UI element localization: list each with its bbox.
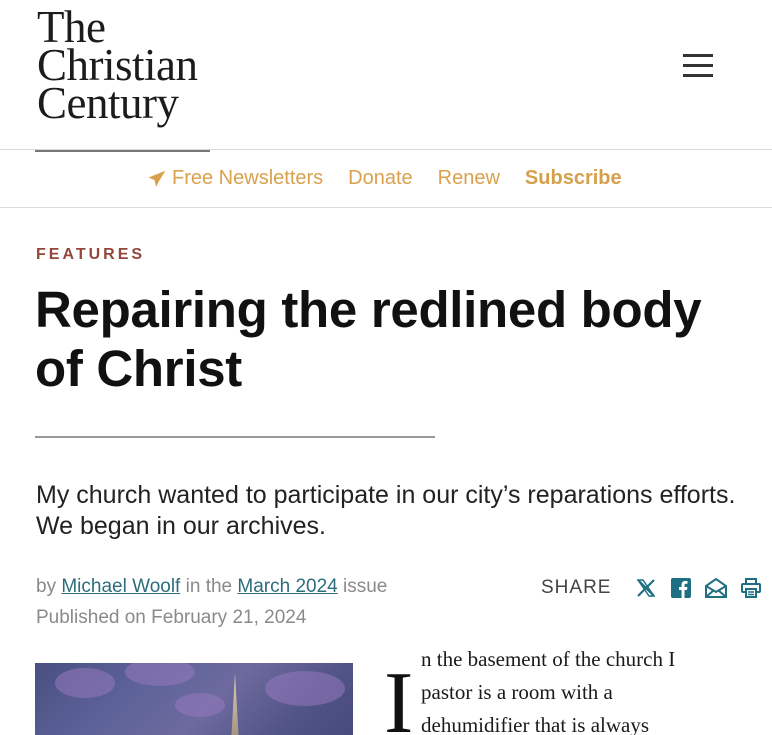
image-detail bbox=[125, 663, 195, 686]
email-icon[interactable] bbox=[704, 576, 728, 600]
body-line: n the basement of the church I bbox=[421, 647, 676, 671]
body-line: pastor is a room with a bbox=[421, 680, 613, 704]
facebook-icon[interactable] bbox=[669, 576, 693, 600]
site-logo[interactable]: The Christian Century bbox=[37, 5, 198, 128]
share-bar: SHARE bbox=[541, 576, 763, 600]
title-divider bbox=[35, 436, 435, 438]
drop-cap: I bbox=[384, 655, 414, 735]
menu-icon[interactable] bbox=[683, 54, 713, 78]
byline: by Michael Woolf in the March 2024 issue bbox=[36, 576, 387, 598]
logo-line-3: Century bbox=[37, 78, 179, 128]
author-link[interactable]: Michael Woolf bbox=[61, 576, 180, 597]
subscribe-link[interactable]: Subscribe bbox=[525, 167, 622, 190]
article-image bbox=[35, 663, 353, 735]
paper-plane-icon bbox=[148, 170, 166, 187]
x-icon[interactable] bbox=[634, 576, 658, 600]
article-dek: My church wanted to participate in our c… bbox=[36, 481, 736, 540]
issue-link[interactable]: March 2024 bbox=[237, 576, 337, 597]
byline-in-the: in the bbox=[185, 576, 233, 597]
free-newsletters-link[interactable]: Free Newsletters bbox=[148, 167, 323, 190]
article-title: Repairing the redlined body of Christ bbox=[35, 281, 702, 397]
body-line: dehumidifier that is always bbox=[421, 713, 650, 735]
church-spire bbox=[231, 673, 239, 735]
image-detail bbox=[265, 671, 345, 706]
renew-link[interactable]: Renew bbox=[438, 167, 500, 190]
free-newsletters-label: Free Newsletters bbox=[172, 167, 324, 189]
image-detail bbox=[175, 693, 225, 717]
byline-issue-suffix: issue bbox=[343, 576, 388, 597]
secondary-nav: Free Newsletters Donate Renew Subscribe bbox=[0, 151, 772, 208]
byline-by: by bbox=[36, 576, 57, 597]
site-header: The Christian Century bbox=[0, 0, 772, 150]
section-kicker[interactable]: FEATURES bbox=[36, 246, 145, 264]
article-body: n the basement of the church I pastor is… bbox=[421, 643, 741, 735]
share-label: SHARE bbox=[541, 577, 612, 598]
print-icon[interactable] bbox=[739, 576, 763, 600]
publish-date: Published on February 21, 2024 bbox=[36, 607, 307, 628]
image-detail bbox=[55, 668, 115, 698]
donate-link[interactable]: Donate bbox=[348, 167, 413, 190]
